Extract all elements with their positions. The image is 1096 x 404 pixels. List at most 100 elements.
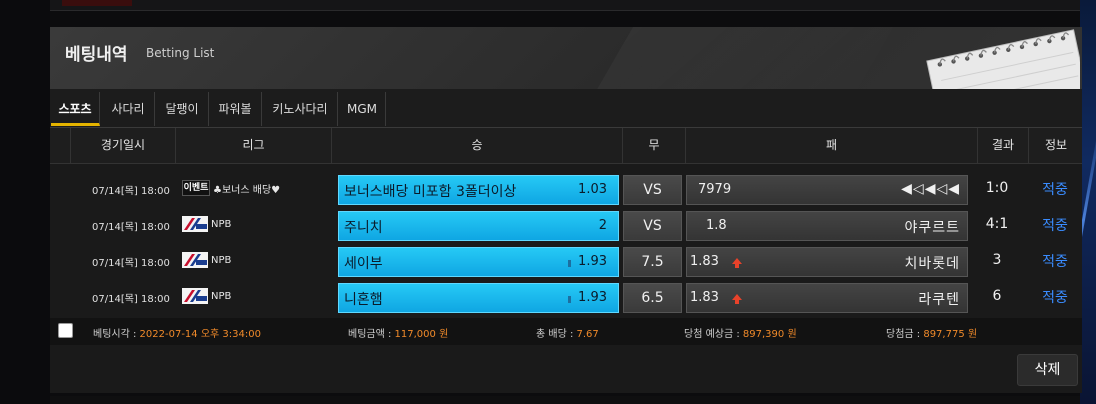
page-title: 베팅내역 [65,45,128,65]
match-date: 07/14[목] 18:00 [92,222,170,233]
col-win: 승 [331,128,622,163]
total-odds: 총 배당 : 7.67 [536,325,599,340]
win-odds: 1.93 [578,254,607,269]
league-cell: NPB [182,288,231,304]
up-arrow-icon [732,294,742,304]
bet-amount-value: 117,000 원 [394,329,449,340]
league-name: NPB [211,254,232,266]
npb-logo-icon [182,288,208,304]
lose-team: 야쿠르트 [904,220,960,236]
betting-list-panel: 베팅내역 Betting List 스포츠 사다리 달팽이 파워볼 키노사다리 … [50,27,1082,393]
page-subtitle: Betting List [146,46,215,60]
win-team: 니혼햄 [344,292,383,308]
expected-winnings-value: 897,390 원 [742,329,797,340]
npb-logo-icon [182,216,208,232]
expected-winnings: 당첨 예상금 : 897,390 원 [684,325,797,340]
draw-pick[interactable]: VS [623,175,682,205]
league-name: NPB [211,218,232,230]
draw-pick[interactable]: VS [623,211,682,241]
table-header: 경기일시 리그 승 무 패 결과 정보 [50,128,1082,164]
info-status-link[interactable]: 적중 [1030,251,1080,271]
tab-snail[interactable]: 달팽이 [156,92,209,126]
col-league: 리그 [175,128,331,163]
match-result: 1:0 [985,180,1009,196]
bet-time-label: 베팅시각 : [93,329,140,340]
lose-odds: 1.83 [690,254,719,269]
league-cell: NPB [182,252,231,268]
lose-team: 치바롯데 [904,256,960,272]
prize-amount: 당첨금 : 897,775 원 [886,325,977,340]
expected-winnings-label: 당첨 예상금 : [684,329,743,340]
tab-keno-ladder[interactable]: 키노사다리 [263,92,338,126]
category-tabs: 스포츠 사다리 달팽이 파워볼 키노사다리 MGM [50,89,1082,129]
match-date: 07/14[목] 18:00 [92,294,170,305]
win-odds: 1.93 [578,290,607,305]
lose-pick[interactable]: 1.83 라쿠텐 [686,283,968,313]
league-name: NPB [211,290,232,302]
col-lose: 패 [685,128,977,163]
info-status-link[interactable]: 적중 [1030,287,1080,307]
win-team: 보너스배당 미포함 3폴더이상 [344,184,517,200]
lose-team: 라쿠텐 [918,292,960,308]
notepad-decoration-icon [926,29,1080,89]
match-result: 6 [992,288,1002,304]
info-status-link[interactable]: 적중 [1030,179,1080,199]
total-odds-label: 총 배당 : [536,329,577,340]
table-row: 07/14[목] 18:00 NPB 주니치 2 VS 1.8 야쿠르트 4:1… [50,207,1082,243]
event-logo-icon: 이벤트 [182,180,210,196]
delete-button[interactable]: 삭제 [1017,354,1078,386]
league-cell: NPB [182,216,231,232]
win-pick[interactable]: 주니치 2 [338,211,619,241]
background-right-decoration [1080,0,1096,404]
tab-ladder[interactable]: 사다리 [102,92,155,126]
lose-pick[interactable]: 7979 ◀◁◀◁◀ [686,175,968,205]
bet-time-value: 2022-07-14 오후 3:34:00 [139,329,261,340]
match-result: 4:1 [985,216,1009,232]
col-result: 결과 [977,128,1028,163]
lose-odds: 1.83 [690,290,719,305]
win-odds: 1.03 [578,182,607,197]
prize-amount-label: 당첨금 : [886,329,924,340]
win-team: 주니치 [344,220,383,236]
league-name: ♣보너스 배당♥ [213,184,281,196]
tab-powerball[interactable]: 파워볼 [209,92,262,126]
bet-amount-label: 베팅금액 : [348,329,395,340]
win-pick[interactable]: 보너스배당 미포함 3폴더이상 1.03 [338,175,619,205]
lose-pick[interactable]: 1.8 야쿠르트 [686,211,968,241]
col-info: 정보 [1028,128,1083,163]
win-odds: 2 [598,218,607,233]
odds-change-marker-icon [568,260,571,267]
col-draw: 무 [622,128,685,163]
lose-team: ◀◁◀◁◀ [901,181,960,197]
table-row: 07/14[목] 18:00 NPB 세이부 1.93 7.5 1.83 치바롯… [50,243,1082,279]
odds-change-marker-icon [568,296,571,303]
total-odds-value: 7.67 [576,329,599,340]
lose-pick[interactable]: 1.83 치바롯데 [686,247,968,277]
npb-logo-icon [182,252,208,268]
col-date: 경기일시 [70,128,175,163]
win-team: 세이부 [344,256,383,272]
win-pick[interactable]: 세이부 1.93 [338,247,619,277]
panel-header: 베팅내역 Betting List [50,27,1082,89]
bottom-bar [50,396,1080,404]
lose-odds: 1.8 [706,218,727,233]
bet-amount: 베팅금액 : 117,000 원 [348,325,448,340]
info-status-link[interactable]: 적중 [1030,215,1080,235]
draw-pick[interactable]: 7.5 [623,247,682,277]
match-result: 3 [992,252,1002,268]
tab-mgm[interactable]: MGM [339,92,386,126]
win-pick[interactable]: 니혼햄 1.93 [338,283,619,313]
lose-odds: 7979 [698,182,732,197]
select-checkbox[interactable] [58,323,73,338]
match-date: 07/14[목] 18:00 [92,258,170,269]
bet-time: 베팅시각 : 2022-07-14 오후 3:34:00 [93,325,261,340]
table-row: 07/14[목] 18:00 이벤트 ♣보너스 배당♥ 보너스배당 미포함 3폴… [50,171,1082,207]
league-cell: 이벤트 ♣보너스 배당♥ [182,180,280,196]
background-left [0,0,50,404]
match-date: 07/14[목] 18:00 [92,186,170,197]
tab-sports[interactable]: 스포츠 [51,92,100,126]
table-row: 07/14[목] 18:00 NPB 니혼햄 1.93 6.5 1.83 라쿠텐… [50,279,1082,315]
top-bar [50,0,1080,11]
draw-pick[interactable]: 6.5 [623,283,682,313]
up-arrow-icon [732,258,742,268]
